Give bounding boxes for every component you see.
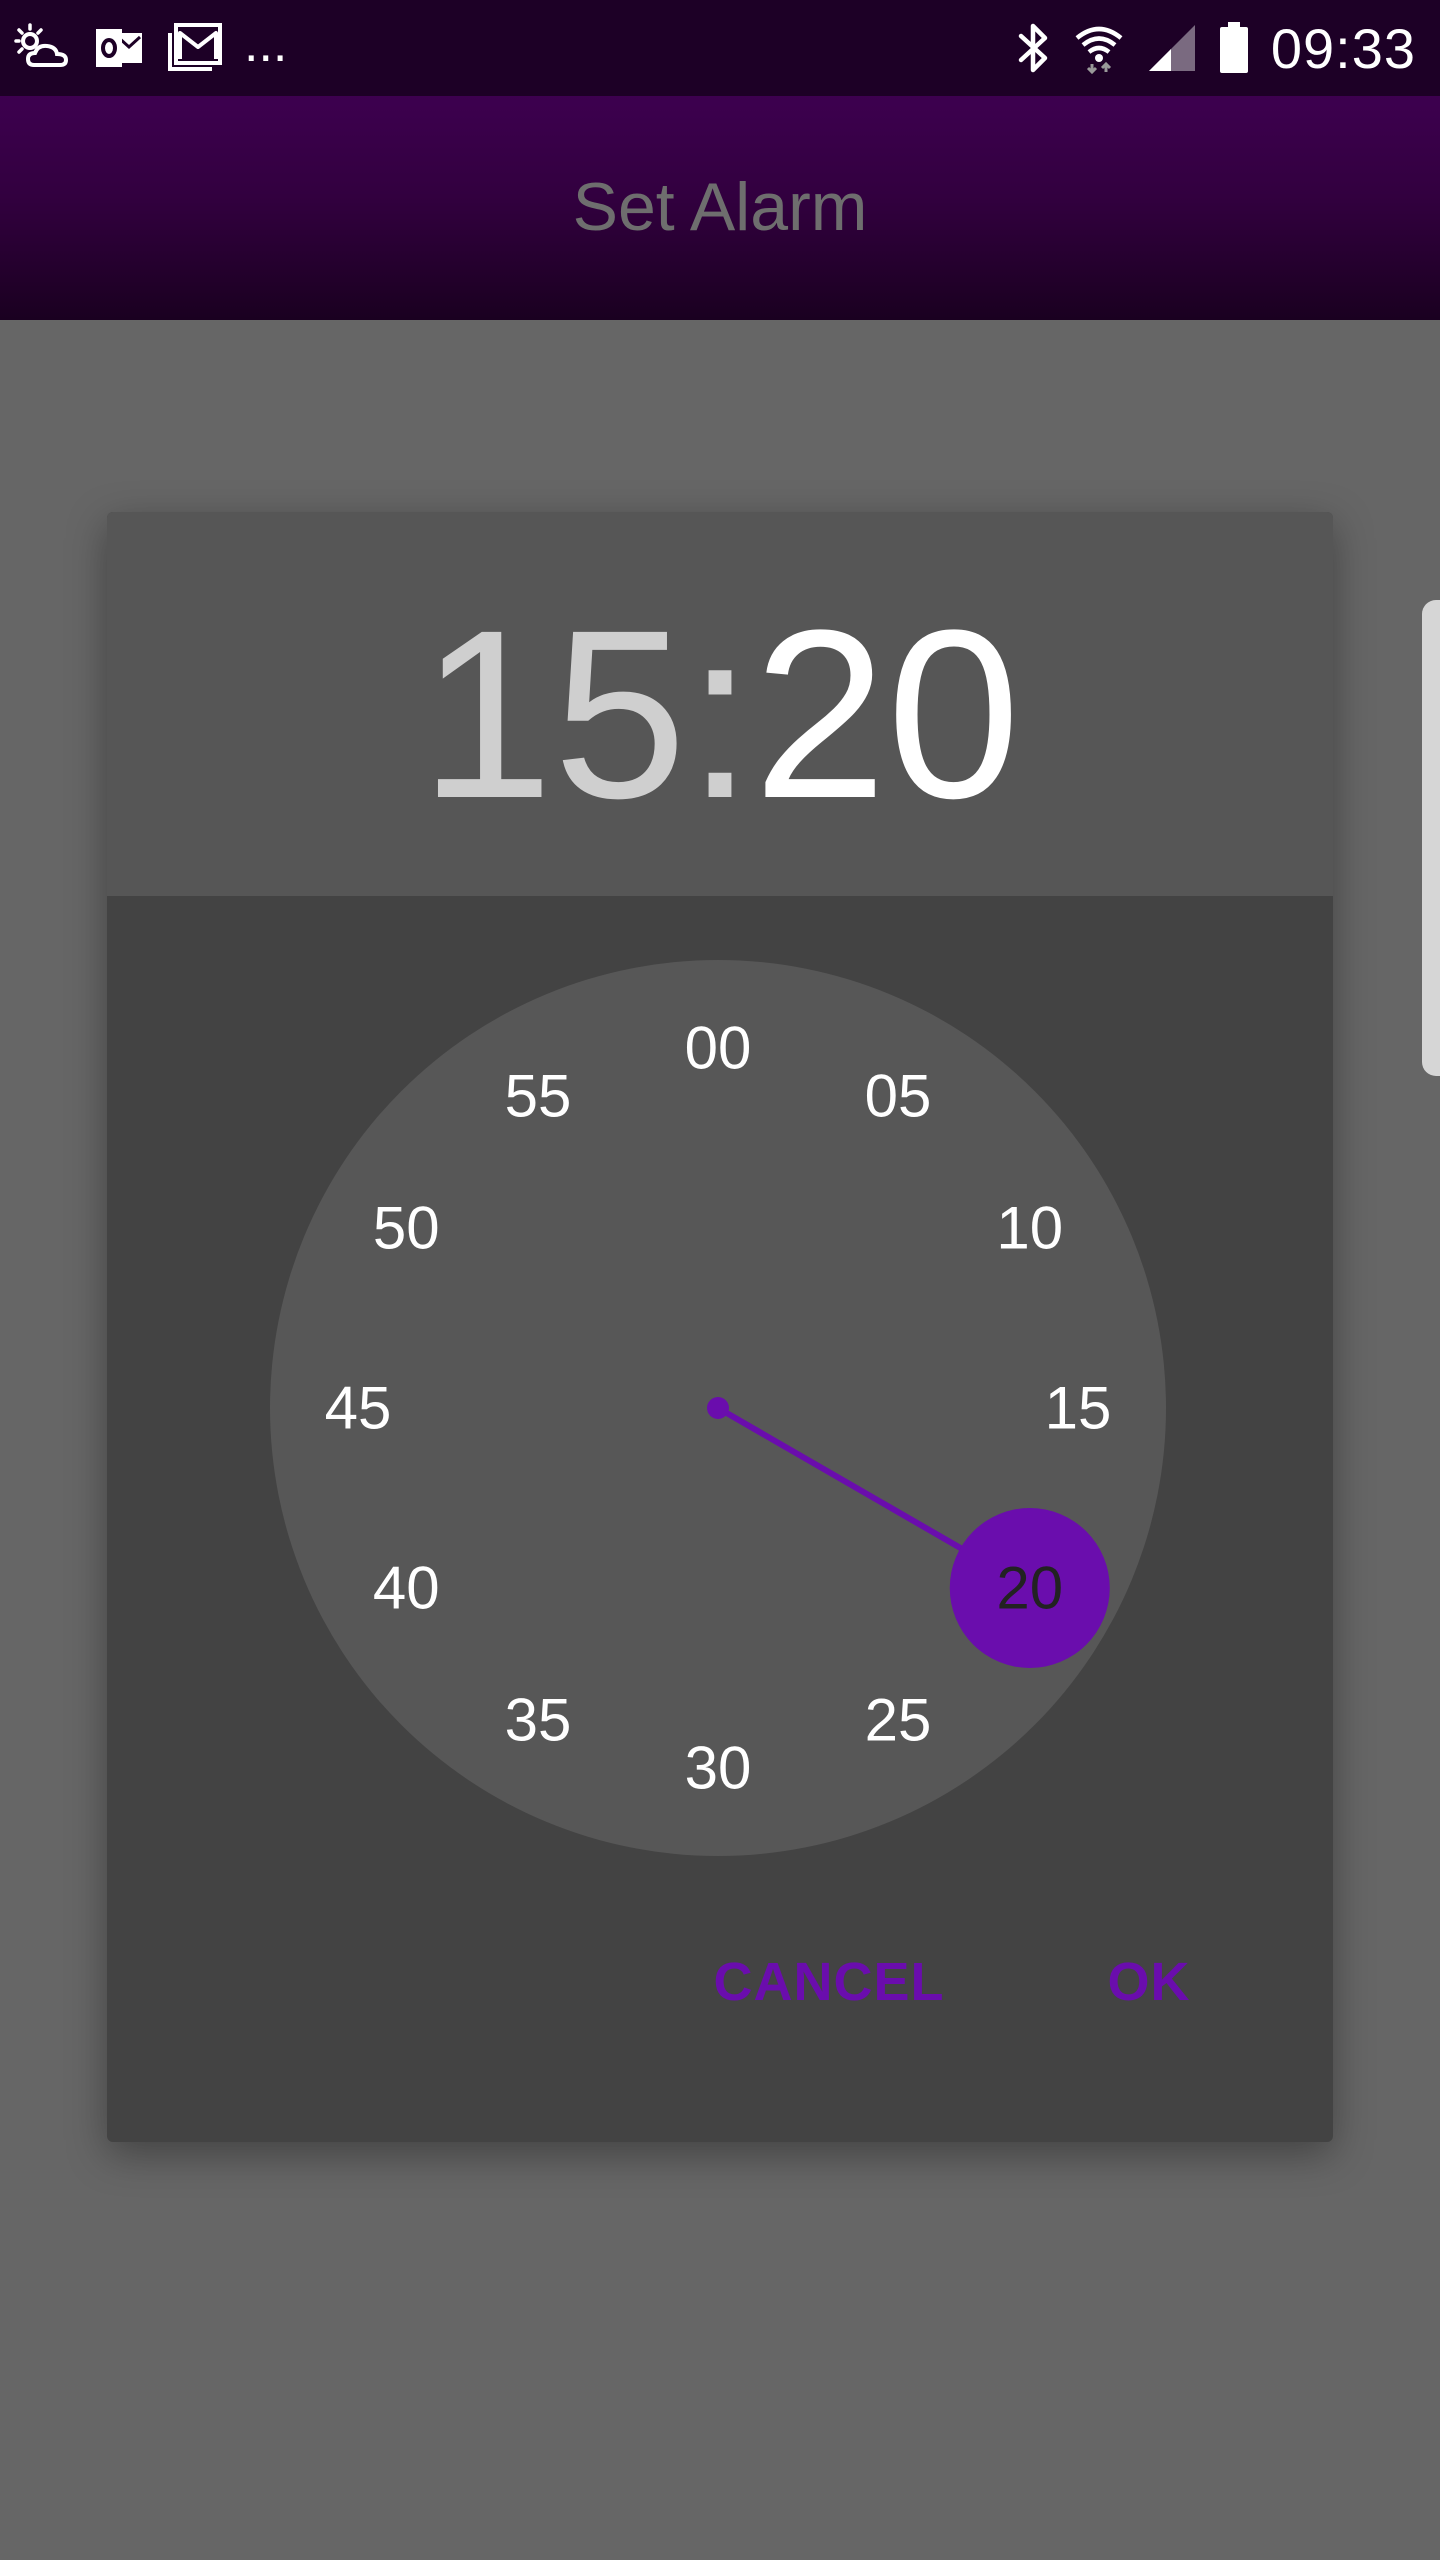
- status-bar-clock: 09:33: [1270, 16, 1416, 80]
- page-title: Set Alarm: [572, 169, 868, 245]
- dial-label-00[interactable]: 00: [685, 1015, 752, 1082]
- dial-label-40[interactable]: 40: [373, 1555, 440, 1622]
- dial-label-05[interactable]: 05: [865, 1063, 932, 1130]
- time-picker-dialog: 15:20 00 05 10 15 20 25 30 35 40 45 50 55 CANCEL OK: [107, 512, 1333, 2142]
- dial-label-45[interactable]: 45: [325, 1375, 392, 1442]
- outlook-icon: [94, 23, 144, 73]
- edge-panel-handle[interactable]: [1422, 600, 1440, 1076]
- dial-label-35[interactable]: 35: [505, 1686, 572, 1753]
- dial-label-50[interactable]: 50: [373, 1195, 440, 1262]
- dial-label-15[interactable]: 15: [1045, 1375, 1112, 1442]
- gallery-icon: [166, 23, 222, 73]
- dialog-actions: CANCEL OK: [107, 1932, 1333, 2032]
- more-notifications-indicator: ...: [244, 15, 288, 73]
- wifi-icon: [1073, 22, 1125, 74]
- minute-dial[interactable]: 00 05 10 15 20 25 30 35 40 45 50 55: [107, 512, 1333, 2142]
- app-bar: Set Alarm: [0, 96, 1440, 320]
- battery-icon: [1219, 22, 1249, 74]
- signal-icon: [1147, 23, 1197, 73]
- status-bar-notifications: ...: [14, 15, 288, 76]
- status-bar-system: 09:33: [1015, 16, 1416, 80]
- dial-label-20[interactable]: 20: [996, 1555, 1063, 1622]
- bluetooth-icon: [1015, 20, 1051, 76]
- clock-center-dot: [707, 1397, 729, 1419]
- status-bar: ... 09:33: [0, 0, 1440, 96]
- weather-icon: [14, 23, 72, 73]
- dial-label-55[interactable]: 55: [505, 1063, 572, 1130]
- cancel-button[interactable]: CANCEL: [689, 1932, 969, 2032]
- dial-label-25[interactable]: 25: [865, 1686, 932, 1753]
- ok-button[interactable]: OK: [1079, 1932, 1219, 2032]
- dial-label-30[interactable]: 30: [685, 1735, 752, 1802]
- dial-label-10[interactable]: 10: [996, 1195, 1063, 1262]
